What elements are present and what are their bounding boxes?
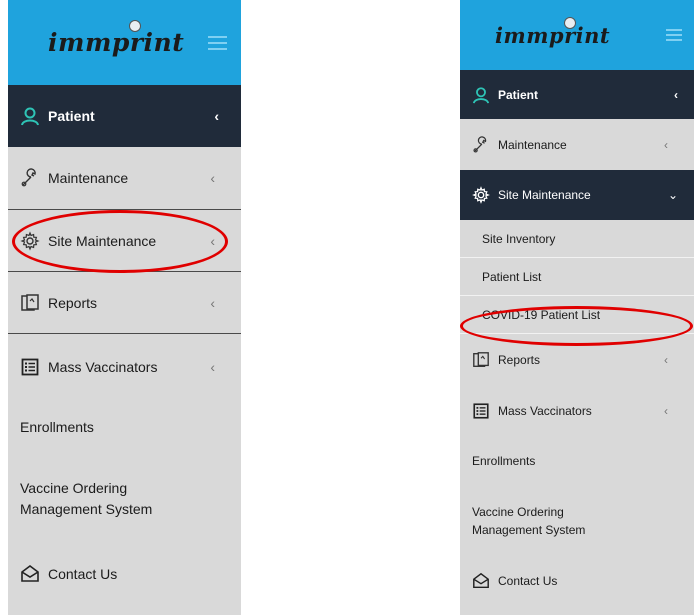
sidebar-item-label: COVID-19 Patient List	[482, 307, 601, 322]
list-icon	[472, 402, 490, 420]
sidebar-subitem-covid-patient-list[interactable]: COVID-19 Patient List	[460, 296, 694, 334]
logo-dot-icon	[564, 17, 576, 29]
sidebar-item-label: Enrollments	[472, 454, 536, 468]
sidebar-item-label: Reports	[48, 294, 98, 311]
sidebar-item-label: Contact Us	[498, 574, 558, 588]
sidebar-item-label: Mass Vaccinators	[48, 358, 158, 375]
hamburger-menu-icon[interactable]	[666, 29, 682, 41]
sidebar-item-label: Vaccine Ordering Management System	[20, 480, 153, 517]
sidebar-item-label: Contact Us	[48, 566, 118, 582]
sidebar-item-label: Mass Vaccinators	[498, 404, 592, 418]
sidebar-item-label: Maintenance	[48, 170, 129, 186]
sidebar-item-label: Patient List	[482, 269, 542, 284]
logo-bar: immprint	[8, 0, 241, 85]
sidebar-item-mass-vaccinators[interactable]: Mass Vaccinators ‹	[8, 333, 241, 399]
hamburger-menu-icon[interactable]	[208, 36, 227, 50]
sidebar-item-maintenance[interactable]: Maintenance ‹	[8, 147, 241, 209]
logo-dot-icon	[129, 20, 141, 32]
reports-icon	[20, 293, 40, 313]
gear-icon	[472, 186, 490, 204]
sidebar-item-label: Site Maintenance	[498, 188, 591, 202]
chevron-down-icon: ⌄	[667, 188, 678, 202]
sidebar-item-vaccine-ordering[interactable]: Vaccine Ordering Management System	[8, 454, 241, 544]
sidebar-item-vaccine-ordering[interactable]: Vaccine Ordering Management System	[460, 486, 694, 556]
sidebar-item-label: Maintenance	[498, 137, 567, 152]
chevron-left-icon: ‹	[210, 358, 215, 375]
sidebar-item-patient[interactable]: Patient ‹	[460, 70, 694, 119]
sidebar-item-enrollments[interactable]: Enrollments	[460, 436, 694, 486]
sidebar-item-patient[interactable]: Patient ‹	[8, 85, 241, 147]
sidebar-item-contact-us[interactable]: Contact Us	[460, 556, 694, 606]
sidebar-item-site-maintenance[interactable]: Site Maintenance ‹	[8, 209, 241, 271]
sidebar-item-label: Patient	[498, 87, 539, 102]
chevron-left-icon: ‹	[210, 294, 215, 311]
chevron-left-icon: ‹	[664, 353, 668, 367]
chevron-left-icon: ‹	[674, 87, 678, 102]
sidebar-collapsed-view: immprint Patient ‹ Maintenance ‹ Site Ma…	[8, 0, 241, 615]
chevron-left-icon: ‹	[664, 137, 668, 152]
person-icon	[20, 106, 40, 126]
envelope-icon	[472, 572, 490, 590]
sidebar-item-mass-vaccinators[interactable]: Mass Vaccinators ‹	[460, 386, 694, 436]
logo[interactable]: immprint	[495, 23, 610, 48]
chevron-left-icon: ‹	[210, 170, 215, 186]
logo[interactable]: immprint	[48, 28, 184, 57]
sidebar-item-label: Reports	[498, 353, 541, 367]
wrench-icon	[20, 168, 40, 188]
envelope-icon	[20, 564, 40, 584]
reports-icon	[472, 351, 490, 369]
sidebar-subitem-patient-list[interactable]: Patient List	[460, 258, 694, 296]
sidebar-expanded-view: immprint Patient ‹ Maintenance ‹ Site Ma…	[460, 0, 694, 615]
sidebar-item-maintenance[interactable]: Maintenance ‹	[460, 119, 694, 170]
sidebar-item-site-maintenance[interactable]: Site Maintenance ⌄	[460, 170, 694, 220]
list-icon	[20, 357, 40, 377]
gear-icon	[20, 230, 40, 251]
person-icon	[472, 86, 490, 104]
sidebar-item-enrollments[interactable]: Enrollments	[8, 399, 241, 454]
sidebar-item-label: Vaccine Ordering Management System	[472, 505, 586, 537]
chevron-left-icon: ‹	[210, 232, 215, 249]
logo-bar: immprint	[460, 0, 694, 70]
sidebar-item-label: Enrollments	[20, 418, 94, 435]
sidebar-item-label: Patient	[48, 108, 95, 124]
sidebar-item-reports[interactable]: Reports ‹	[460, 334, 694, 386]
chevron-left-icon: ‹	[664, 404, 668, 418]
sidebar-item-contact-us[interactable]: Contact Us	[8, 544, 241, 604]
sidebar-subitem-site-inventory[interactable]: Site Inventory	[460, 220, 694, 258]
sidebar-item-reports[interactable]: Reports ‹	[8, 271, 241, 333]
chevron-left-icon: ‹	[214, 108, 219, 124]
wrench-icon	[472, 135, 490, 154]
sidebar-item-label: Site Maintenance	[48, 232, 157, 249]
sidebar-item-label: Site Inventory	[482, 231, 556, 246]
